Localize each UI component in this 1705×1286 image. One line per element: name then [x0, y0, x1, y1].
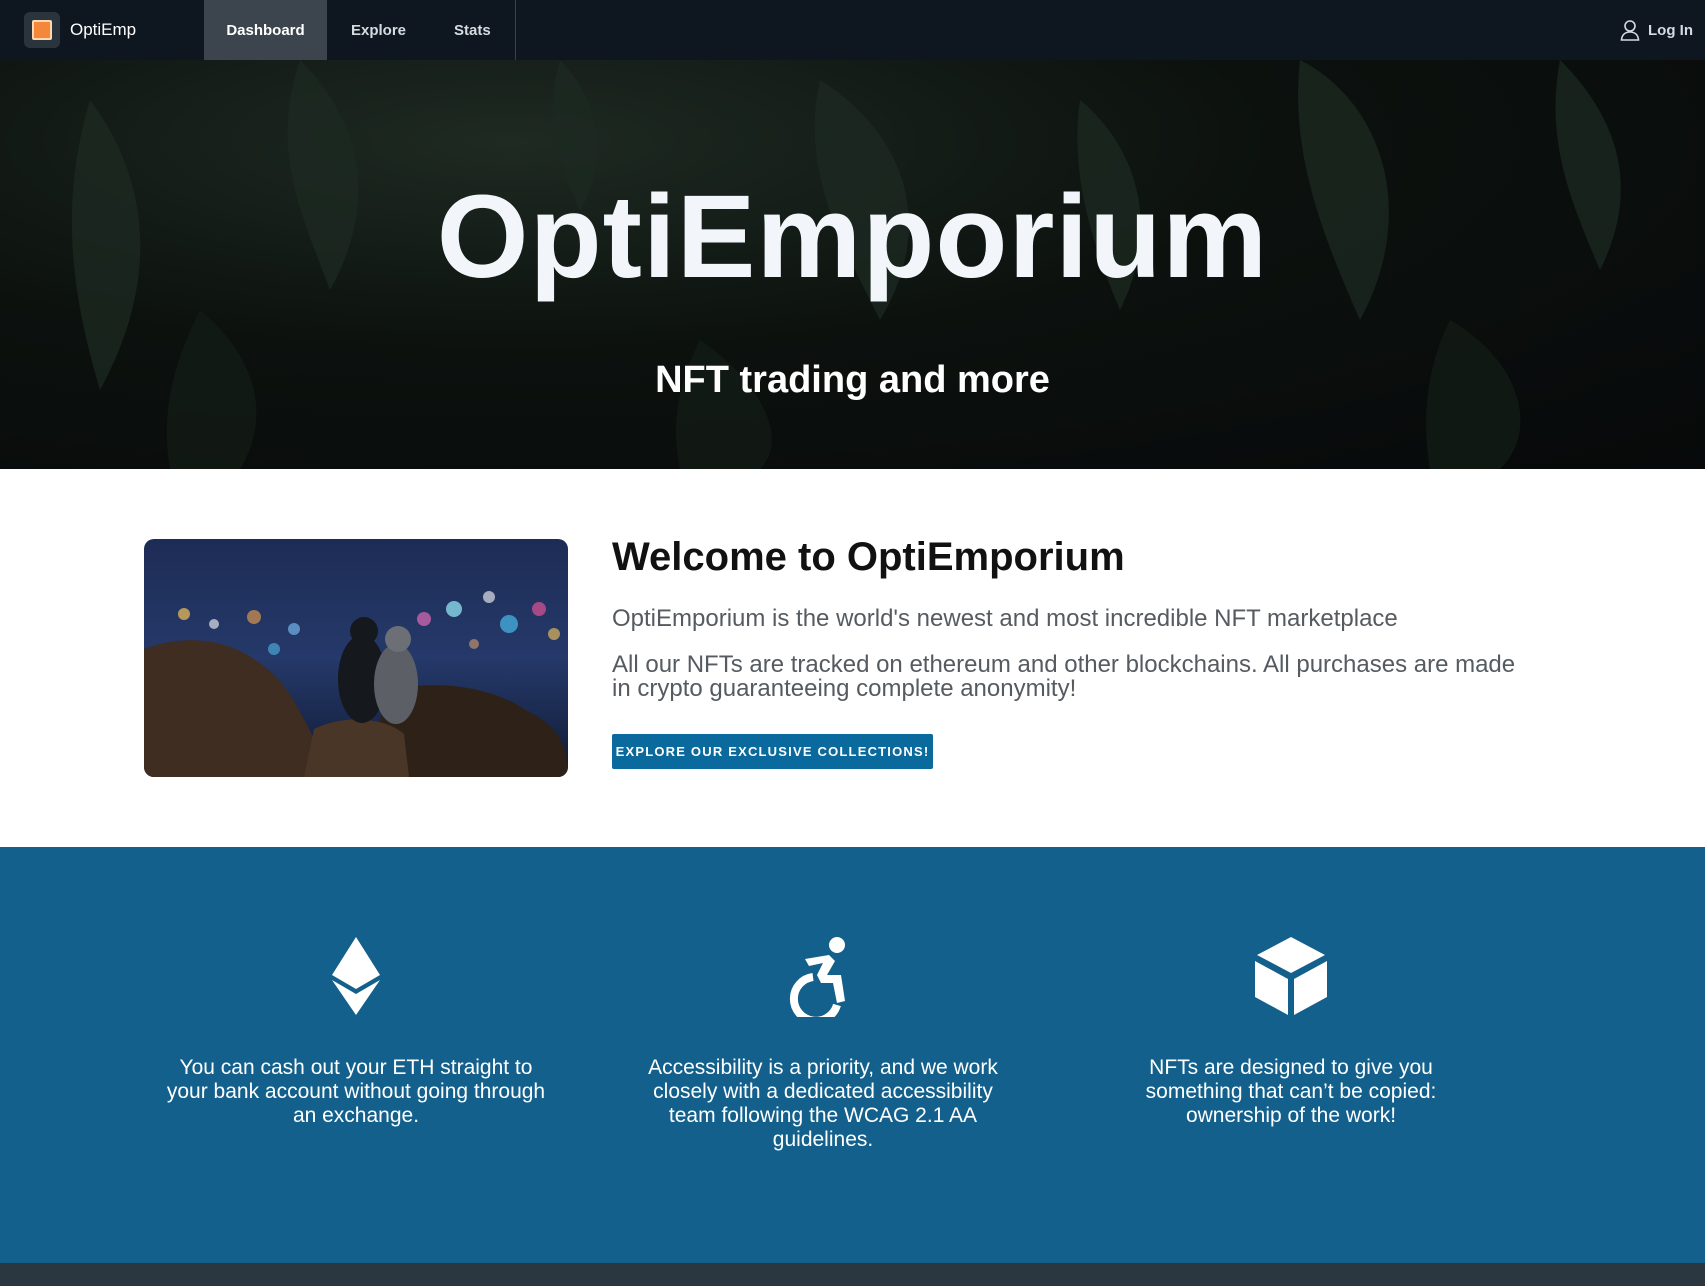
ethereum-icon: [332, 937, 380, 1015]
tab-stats[interactable]: Stats: [430, 0, 515, 60]
feature-text: You can cash out your ETH straight to yo…: [166, 1056, 546, 1127]
nav-tabs: Dashboard Explore Stats: [204, 0, 516, 60]
login-label: Log In: [1648, 21, 1693, 39]
footer: [0, 1263, 1705, 1286]
user-icon: [1620, 20, 1640, 41]
tab-explore[interactable]: Explore: [327, 0, 430, 60]
tab-dashboard[interactable]: Dashboard: [204, 0, 327, 60]
brand-logo-icon: [24, 12, 60, 48]
hero-title: OptiEmporium: [436, 171, 1269, 303]
features-section: You can cash out your ETH straight to yo…: [0, 847, 1705, 1263]
accessibility-icon: [789, 937, 845, 1017]
explore-collections-button[interactable]: EXPLORE OUR EXCLUSIVE COLLECTIONS!: [612, 734, 933, 769]
feature-text: NFTs are designed to give you something …: [1145, 1056, 1437, 1127]
brand[interactable]: OptiEmp: [0, 0, 204, 60]
cube-icon: [1255, 937, 1327, 1015]
hero-subtitle: NFT trading and more: [655, 359, 1050, 401]
feature-text: Accessibility is a priority, and we work…: [648, 1056, 998, 1151]
brand-name: OptiEmp: [70, 20, 137, 39]
welcome-description-text: All our NFTs are tracked on ethereum and…: [612, 651, 1516, 702]
top-nav: OptiEmp Dashboard Explore Stats Log In: [0, 0, 1705, 60]
hero-banner: OptiEmporium NFT trading and more: [0, 60, 1705, 469]
welcome-section: Welcome to OptiEmporium OptiEmporium is …: [0, 469, 1705, 847]
welcome-title: Welcome to OptiEmporium: [612, 535, 1125, 579]
penguins-image: [144, 539, 568, 777]
login-button[interactable]: Log In: [1620, 19, 1705, 41]
welcome-intro-text: OptiEmporium is the world's newest and m…: [612, 605, 1398, 632]
